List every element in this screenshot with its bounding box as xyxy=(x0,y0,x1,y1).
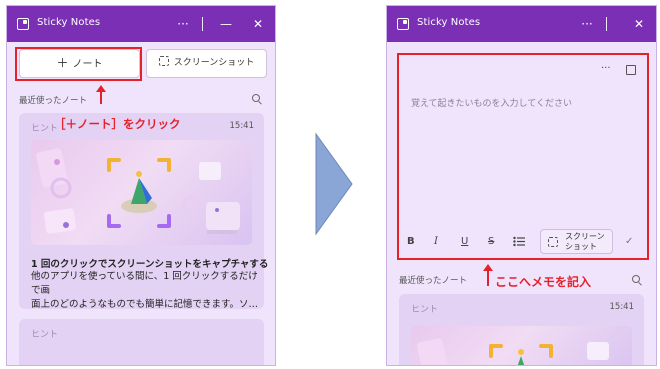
card-title: 1 回のクリックでスクリーンショットをキャプチャする xyxy=(31,259,269,270)
screenshot-icon xyxy=(158,56,169,66)
titlebar-divider xyxy=(202,17,203,31)
window-title: Sticky Notes xyxy=(37,17,101,28)
note-card[interactable]: ヒント 15:41 xyxy=(399,294,644,365)
titlebar[interactable]: Sticky Notes ··· — ✕ xyxy=(7,6,275,42)
window-title: Sticky Notes xyxy=(417,17,481,28)
annotation-write-memo-here: ここへメモを記入 xyxy=(495,275,592,289)
screenshot-illustration-graphic xyxy=(417,338,609,365)
sticky-notes-app-icon xyxy=(397,18,409,30)
card-body-line: 面上のどのようなものでも簡単に記憶できます。ソ… xyxy=(31,299,259,310)
screenshot-label: スクリーンショット xyxy=(173,58,255,68)
note-card[interactable]: ヒント xyxy=(19,319,264,365)
new-note-highlight-box xyxy=(15,47,142,81)
annotation-arrow-shaft xyxy=(99,91,102,104)
card-time: 15:41 xyxy=(609,302,635,312)
screenshot-illustration-graphic xyxy=(36,148,240,234)
chevron-right-arrow xyxy=(315,132,353,236)
more-options-button[interactable]: ··· xyxy=(577,14,597,34)
card-time: 15:41 xyxy=(229,121,255,131)
recent-notes-label: 最近使ったノート xyxy=(399,276,468,286)
card-body-line: 他のアプリを使っている間に、1 回クリックするだけで画 xyxy=(31,271,258,296)
note-card[interactable]: ヒント 15:41 xyxy=(19,113,268,312)
sticky-notes-app-icon xyxy=(17,18,29,30)
card-hint-label: ヒント xyxy=(31,330,59,340)
close-button[interactable]: ✕ xyxy=(248,14,268,34)
recent-notes-label: 最近使ったノート xyxy=(19,96,88,106)
card-illustration xyxy=(411,326,632,365)
titlebar-divider xyxy=(606,17,607,31)
card-illustration xyxy=(31,140,252,245)
search-icon[interactable] xyxy=(632,275,640,283)
annotation-click-new-note: ［＋ノート］をクリック xyxy=(54,117,181,131)
more-options-button[interactable]: ··· xyxy=(173,14,193,34)
titlebar[interactable]: Sticky Notes ··· ✕ xyxy=(387,6,656,42)
card-body: 他のアプリを使っている間に、1 回クリックするだけで画 面上のどのようなものでも… xyxy=(31,270,259,312)
search-icon[interactable] xyxy=(252,94,260,102)
screenshot-button[interactable]: スクリーンショット xyxy=(146,49,267,78)
note-editor-highlight-box xyxy=(397,53,649,260)
card-hint-label: ヒント xyxy=(411,305,439,315)
annotation-arrow-shaft xyxy=(486,270,489,286)
close-button[interactable]: ✕ xyxy=(629,14,649,34)
minimize-button[interactable]: — xyxy=(216,14,236,34)
